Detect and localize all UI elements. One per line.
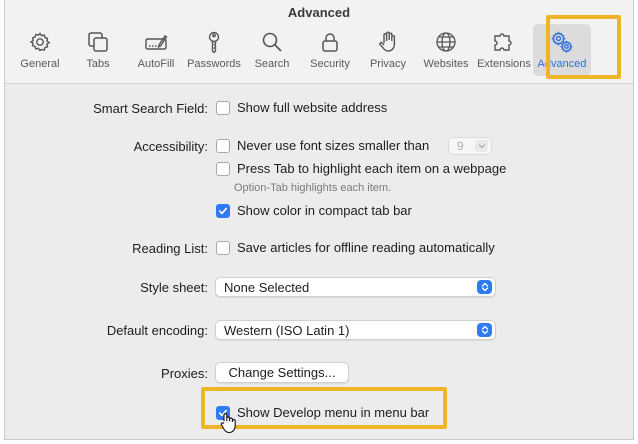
develop-menu-highlight [201, 387, 447, 429]
tab-security[interactable]: Security [301, 24, 359, 76]
min-font-size-select[interactable]: 9 [448, 137, 492, 155]
safari-settings-window: Advanced General Tabs AutoFill Passwords… [4, 0, 634, 440]
tab-privacy-label: Privacy [369, 58, 407, 70]
tab-websites-label: Websites [423, 58, 469, 70]
tab-privacy[interactable]: Privacy [359, 24, 417, 76]
checkmark-icon [218, 207, 228, 214]
proxies-label: Proxies: [161, 366, 208, 381]
tab-extensions-label: Extensions [477, 58, 531, 70]
style-sheet-label: Style sheet: [140, 280, 208, 295]
tab-autofill-label: AutoFill [137, 58, 175, 70]
accessibility-label: Accessibility: [133, 139, 208, 154]
min-font-row[interactable]: Never use font sizes smaller than [216, 138, 429, 153]
tab-websites[interactable]: Websites [417, 24, 475, 76]
tab-general-label: General [20, 58, 60, 70]
reading-list-checkbox[interactable] [216, 240, 230, 255]
advanced-settings-panel: Smart Search Field: Show full website ad… [5, 85, 633, 439]
compact-color-text: Show color in compact tab bar [237, 203, 412, 218]
tab-extensions[interactable]: Extensions [475, 24, 533, 76]
tab-tabs[interactable]: Tabs [69, 24, 127, 76]
tab-autofill[interactable]: AutoFill [127, 24, 185, 76]
smart-search-label: Smart Search Field: [93, 101, 208, 116]
smart-search-checkbox-row[interactable]: Show full website address [216, 100, 387, 115]
reading-list-label: Reading List: [132, 241, 208, 256]
up-down-chevron-icon [477, 323, 492, 337]
hand-icon [379, 31, 396, 52]
preferences-toolbar: General Tabs AutoFill Passwords Search S… [11, 24, 591, 76]
press-tab-row[interactable]: Press Tab to highlight each item on a we… [216, 161, 506, 176]
tabs-icon [88, 32, 108, 52]
tab-security-label: Security [310, 58, 350, 70]
window-title: Advanced [287, 5, 351, 20]
change-settings-button[interactable]: Change Settings... [215, 362, 349, 383]
globe-icon [436, 32, 456, 52]
press-tab-checkbox[interactable] [216, 161, 230, 176]
up-down-chevron-icon [477, 280, 492, 294]
titlebar: Advanced General Tabs AutoFill Passwords… [5, 0, 633, 84]
min-font-checkbox[interactable] [216, 138, 230, 153]
reading-list-option: Save articles for offline reading automa… [237, 240, 495, 255]
tab-passwords-label: Passwords [187, 58, 241, 70]
encoding-value: Western (ISO Latin 1) [224, 322, 350, 338]
tab-tabs-label: Tabs [86, 58, 110, 70]
autofill-icon [145, 35, 168, 50]
search-icon [262, 32, 282, 52]
compact-color-checkbox[interactable] [216, 203, 230, 218]
smart-search-checkbox[interactable] [216, 100, 230, 115]
key-icon [208, 31, 220, 54]
tab-general[interactable]: General [11, 24, 69, 76]
gear-icon [29, 32, 51, 52]
press-tab-text: Press Tab to highlight each item on a we… [237, 161, 507, 176]
chevron-down-icon [475, 140, 488, 152]
min-font-size-value: 9 [457, 139, 464, 153]
compact-color-row[interactable]: Show color in compact tab bar [216, 203, 412, 218]
tab-passwords[interactable]: Passwords [185, 24, 243, 76]
option-tab-hint: Option-Tab highlights each item. [234, 182, 392, 194]
encoding-label: Default encoding: [106, 323, 208, 338]
tab-search[interactable]: Search [243, 24, 301, 76]
tab-search-label: Search [254, 58, 290, 70]
hand-pointer-cursor-icon [220, 413, 236, 434]
lock-icon [322, 33, 338, 52]
style-sheet-value: None Selected [224, 279, 310, 295]
reading-list-row[interactable]: Save articles for offline reading automa… [216, 240, 495, 255]
min-font-text: Never use font sizes smaller than [237, 138, 430, 153]
advanced-tab-highlight [546, 15, 621, 79]
puzzle-icon [494, 33, 512, 51]
style-sheet-select[interactable]: None Selected [215, 277, 496, 297]
smart-search-option: Show full website address [237, 100, 388, 115]
encoding-select[interactable]: Western (ISO Latin 1) [215, 320, 496, 340]
